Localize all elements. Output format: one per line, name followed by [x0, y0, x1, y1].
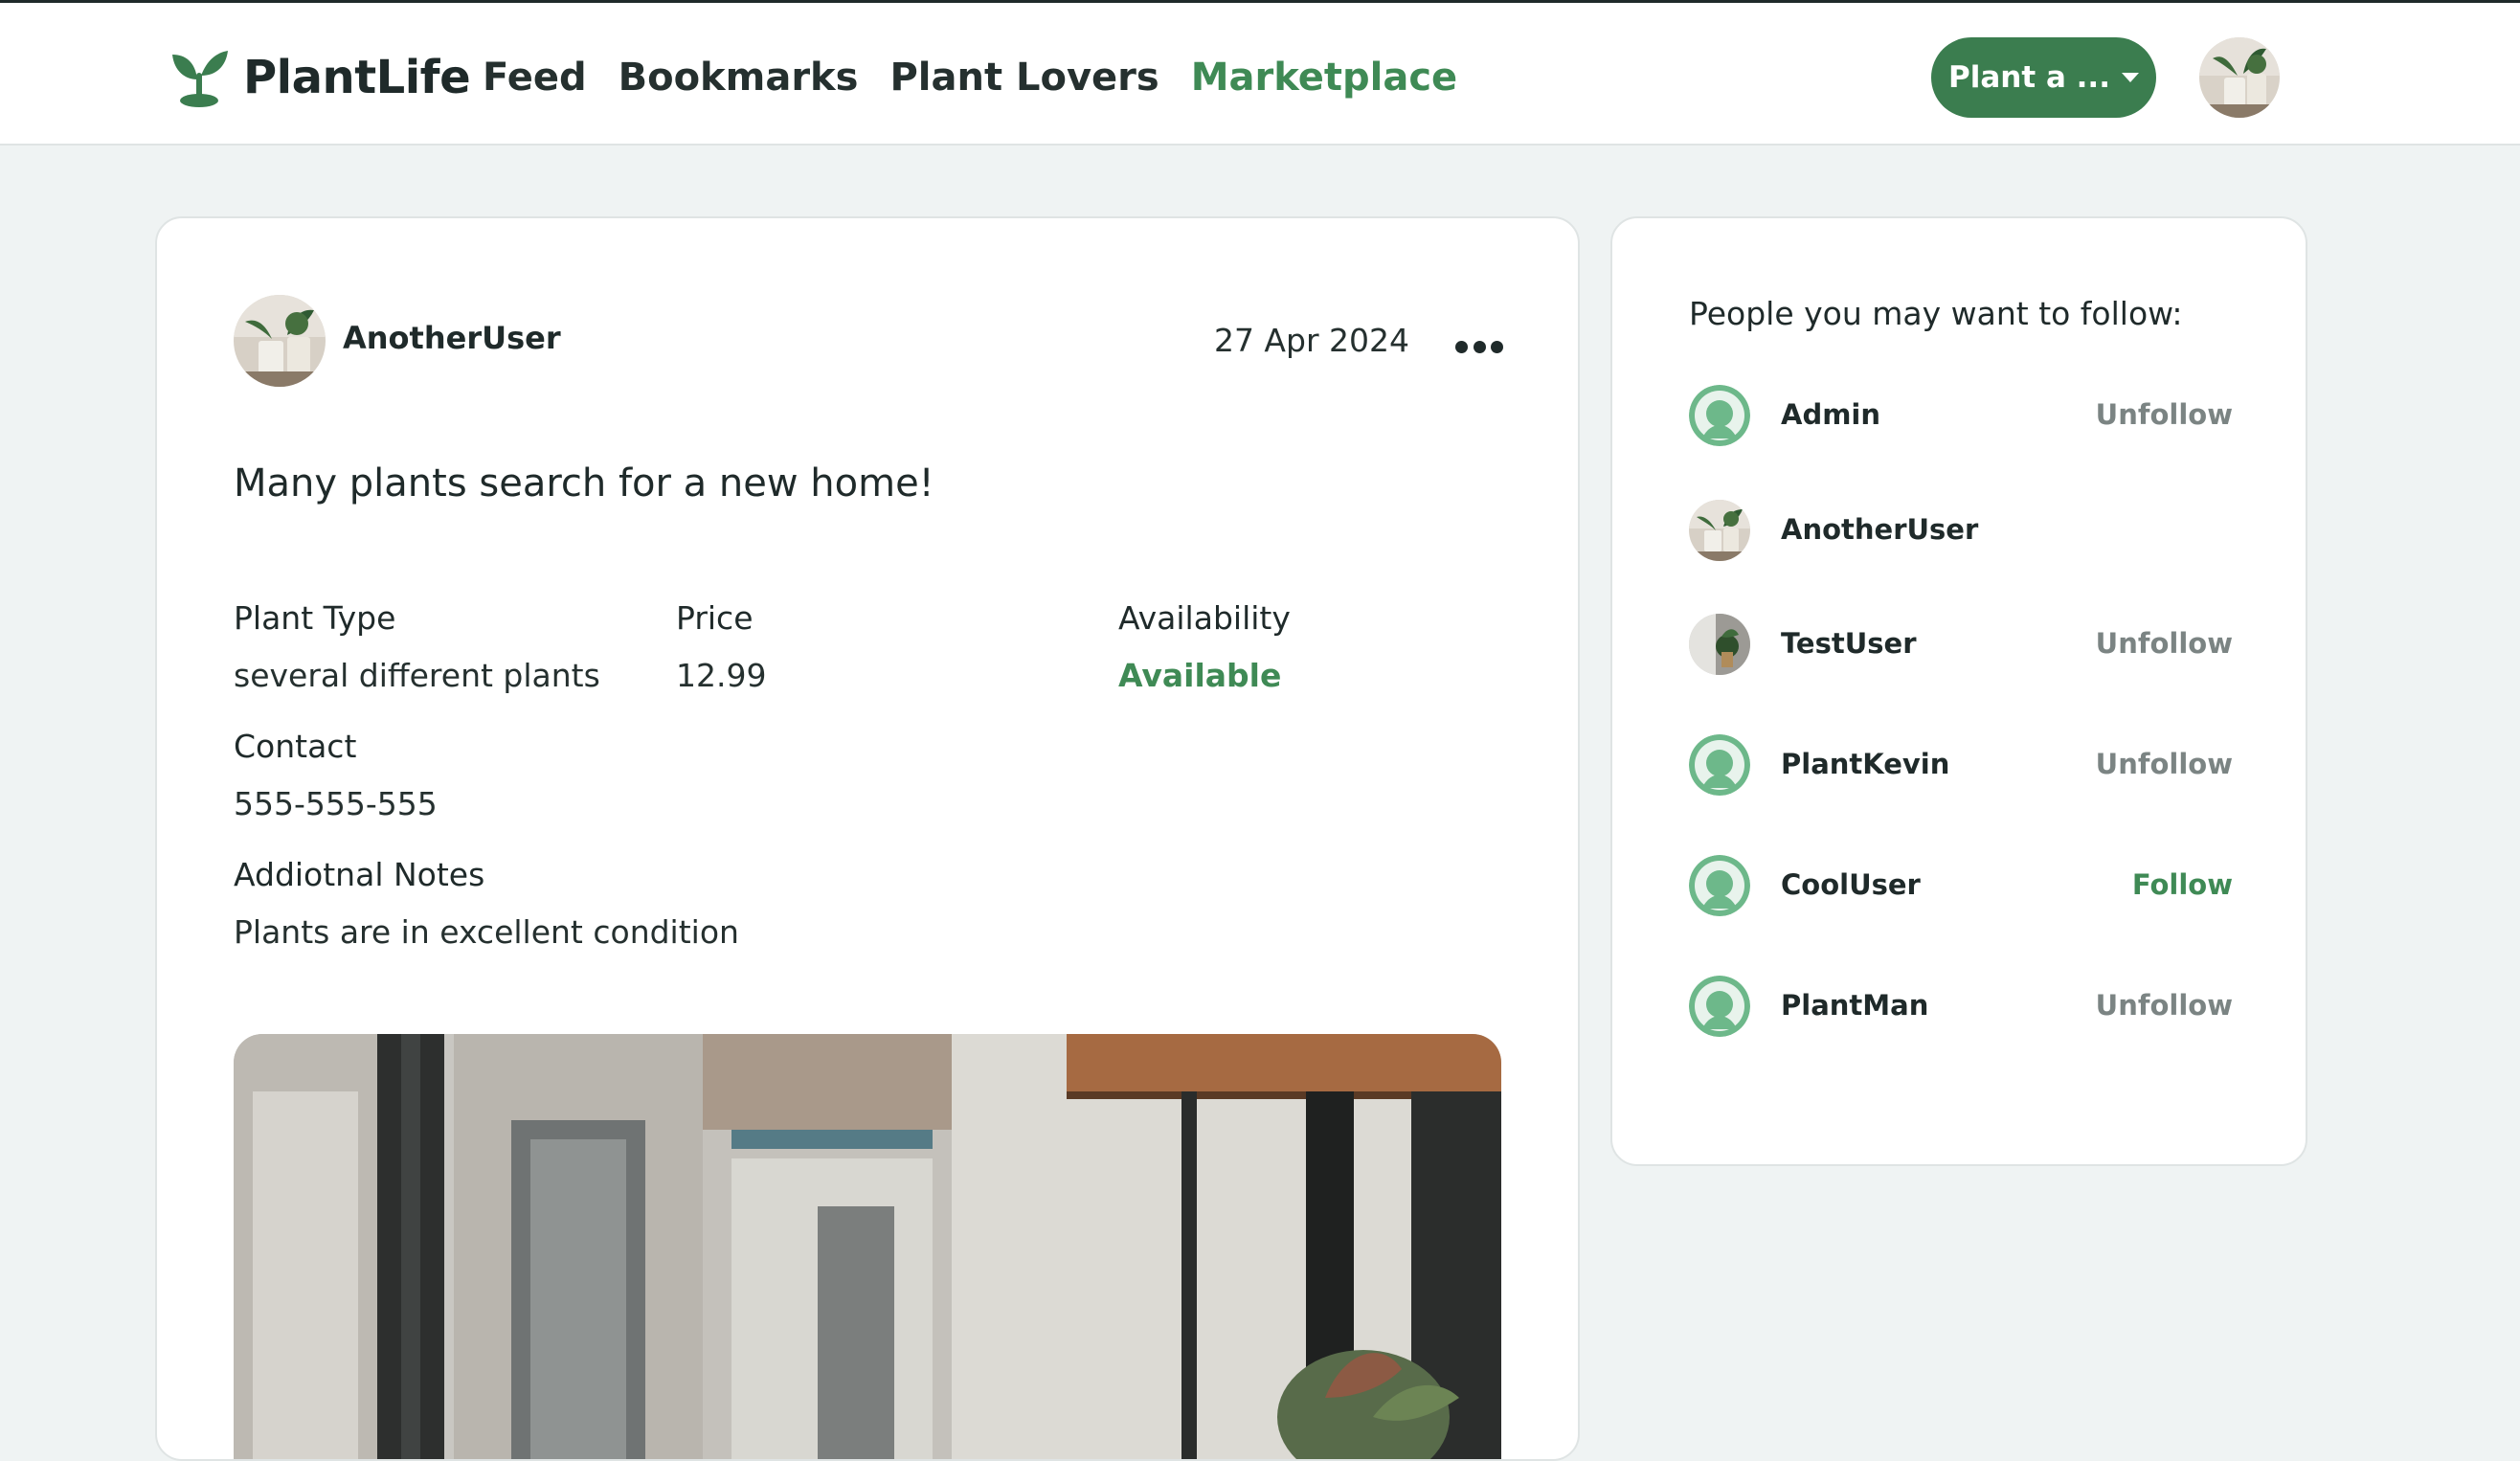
default-avatar-icon[interactable]: [1689, 976, 1750, 1037]
post-author-avatar[interactable]: [234, 295, 326, 387]
follow-row: Admin Unfollow: [1689, 385, 2233, 446]
post-image[interactable]: [234, 1034, 1501, 1459]
follow-row: PlantKevin Unfollow: [1689, 734, 2233, 796]
unfollow-button[interactable]: Unfollow: [2096, 627, 2233, 660]
follow-user-name[interactable]: PlantMan: [1781, 989, 1928, 1022]
follow-user-name[interactable]: TestUser: [1781, 627, 1917, 660]
nav-link-feed[interactable]: Feed: [483, 49, 587, 106]
plant-type-label: Plant Type: [234, 599, 396, 637]
top-navbar: PlantLife Feed Bookmarks Plant Lovers Ma…: [0, 0, 2520, 146]
follow-button[interactable]: Follow: [2132, 868, 2233, 901]
nav-link-marketplace[interactable]: Marketplace: [1191, 49, 1457, 106]
user-avatar[interactable]: [2199, 37, 2280, 118]
unfollow-button[interactable]: Unfollow: [2096, 989, 2233, 1022]
follow-user-name[interactable]: AnotherUser: [1781, 513, 1978, 546]
unfollow-button[interactable]: Unfollow: [2096, 748, 2233, 780]
default-avatar-icon[interactable]: [1689, 855, 1750, 916]
more-dots-icon[interactable]: [1455, 327, 1503, 366]
default-avatar-icon[interactable]: [1689, 385, 1750, 446]
follow-user-name[interactable]: Admin: [1781, 398, 1880, 431]
marketplace-post-card: AnotherUser 27 Apr 2024 Many plants sear…: [155, 216, 1580, 1461]
sprout-icon: [172, 51, 228, 107]
main-nav: Feed Bookmarks Plant Lovers Marketplace: [483, 49, 1457, 106]
follow-suggestions-title: People you may want to follow:: [1689, 295, 2183, 332]
follow-row: AnotherUser: [1689, 500, 2233, 561]
notes-label: Addiotnal Notes: [234, 856, 485, 893]
plant-photo-icon: [234, 295, 326, 387]
plant-photo-icon: [234, 1034, 1501, 1459]
follow-user-name[interactable]: PlantKevin: [1781, 748, 1949, 780]
unfollow-button[interactable]: Unfollow: [2096, 398, 2233, 431]
caret-down-icon: [2122, 73, 2139, 82]
notes-value: Plants are in excellent condition: [234, 913, 739, 951]
availability-label: Availability: [1118, 599, 1291, 637]
plant-photo-avatar-icon[interactable]: [1689, 500, 1750, 561]
price-value: 12.99: [676, 657, 767, 694]
nav-link-plant-lovers[interactable]: Plant Lovers: [889, 49, 1159, 106]
follow-row: TestUser Unfollow: [1689, 614, 2233, 675]
contact-value: 555-555-555: [234, 785, 438, 822]
plant-type-value: several different plants: [234, 657, 600, 694]
plant-photo-icon: [2199, 37, 2280, 118]
brand-name: PlantLife: [243, 51, 471, 104]
price-label: Price: [676, 599, 754, 637]
post-date: 27 Apr 2024: [1213, 322, 1409, 359]
plant-a-dropdown-button[interactable]: Plant a ...: [1931, 37, 2156, 118]
nav-link-bookmarks[interactable]: Bookmarks: [619, 49, 859, 106]
default-avatar-icon[interactable]: [1689, 734, 1750, 796]
follow-user-name[interactable]: CoolUser: [1781, 868, 1921, 901]
plant-button-label: Plant a ...: [1948, 60, 2110, 95]
follow-row: CoolUser Follow: [1689, 855, 2233, 916]
brand-logo-link[interactable]: PlantLife: [169, 47, 471, 108]
follow-row: PlantMan Unfollow: [1689, 976, 2233, 1037]
post-title: Many plants search for a new home!: [234, 461, 934, 506]
contact-label: Contact: [234, 728, 357, 765]
availability-value: Available: [1118, 657, 1282, 694]
follow-suggestions-card: People you may want to follow: Admin Unf…: [1610, 216, 2307, 1166]
plant-photo-avatar-icon[interactable]: [1689, 614, 1750, 675]
post-author-name[interactable]: AnotherUser: [343, 320, 561, 356]
